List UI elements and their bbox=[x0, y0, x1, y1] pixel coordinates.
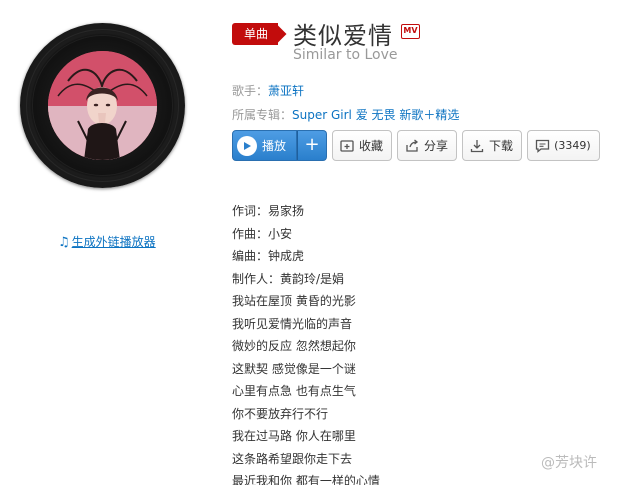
share-label: 分享 bbox=[424, 139, 449, 153]
lyrics-block: 作词：易家扬 作曲：小安编曲：钟成虎制作人：黄韵玲/是娟 我站在屋顶 黄昏的光影 我听… bbox=[232, 200, 380, 485]
download-button[interactable]: 下载 bbox=[462, 130, 523, 161]
lyric-line: 这默契 感觉像是一个谜 bbox=[232, 361, 356, 376]
music-note-icon: ♫ bbox=[58, 235, 70, 250]
album-label: 所属专辑： bbox=[232, 108, 293, 122]
lyric-line: 我听见爱情光临的声音 bbox=[232, 316, 353, 331]
lyric-line: 你不要放弃行不行 bbox=[232, 406, 329, 421]
share-icon bbox=[404, 138, 420, 154]
lyric-line: 作词：易家扬 bbox=[232, 204, 305, 218]
lyric-line: 制作人：黄韵玲/是娟 bbox=[232, 271, 345, 286]
watermark-text: @芳块许 bbox=[541, 455, 597, 471]
lyric-line: 编曲：钟成虎 bbox=[232, 249, 305, 263]
collect-label: 收藏 bbox=[359, 139, 384, 153]
lyric-line: 我站在屋顶 黄昏的光影 bbox=[232, 294, 356, 308]
album-link[interactable]: Super Girl 爱 无畏 新歌＋精选 bbox=[292, 108, 459, 122]
comment-button[interactable]: (3349) bbox=[527, 130, 600, 161]
singer-row: 歌手：萧亚轩 bbox=[232, 82, 304, 99]
song-title: 类似爱情 bbox=[293, 22, 393, 50]
download-label: 下载 bbox=[489, 139, 514, 153]
album-vinyl bbox=[20, 23, 185, 188]
lyric-line: 最近我和你 都有一样的心情 bbox=[232, 474, 380, 485]
collect-button[interactable]: 收藏 bbox=[332, 130, 393, 161]
collect-icon bbox=[339, 138, 355, 154]
share-button[interactable]: 分享 bbox=[397, 130, 458, 161]
song-alias: Similar to Love bbox=[293, 47, 398, 63]
album-cover-art bbox=[48, 51, 157, 160]
lyric-line: 心里有点急 也有点生气 bbox=[232, 384, 356, 398]
mv-icon[interactable]: MV bbox=[401, 24, 420, 39]
embed-link-label: 生成外链播放器 bbox=[71, 235, 156, 249]
download-icon bbox=[469, 138, 485, 154]
album-cover bbox=[48, 51, 157, 160]
singer-link[interactable]: 萧亚轩 bbox=[268, 84, 304, 98]
add-to-playlist-button[interactable]: + bbox=[297, 130, 328, 161]
play-label: 播放 bbox=[262, 139, 287, 153]
play-group: 播放 + bbox=[232, 130, 328, 161]
singer-label: 歌手： bbox=[232, 84, 269, 98]
action-bar: 播放 + 收藏 分享 下载 (3349) bbox=[232, 130, 600, 161]
watermark: @芳块许 bbox=[541, 452, 597, 472]
comment-icon bbox=[534, 138, 550, 154]
play-button[interactable]: 播放 bbox=[232, 130, 298, 161]
album-row: 所属专辑：Super Girl 爱 无畏 新歌＋精选 bbox=[232, 106, 459, 123]
generate-embed-player-link[interactable]: ♫ 生成外链播放器 bbox=[58, 233, 156, 250]
play-icon bbox=[237, 135, 257, 156]
single-tag: 单曲 bbox=[232, 23, 279, 45]
comment-count: (3349) bbox=[554, 139, 591, 152]
lyric-line: 这条路希望跟你走下去 bbox=[232, 451, 353, 466]
lyric-line: 作曲：小安 bbox=[232, 226, 293, 241]
lyric-line: 我在过马路 你人在哪里 bbox=[232, 429, 356, 443]
lyric-line: 微妙的反应 忽然想起你 bbox=[232, 339, 356, 353]
